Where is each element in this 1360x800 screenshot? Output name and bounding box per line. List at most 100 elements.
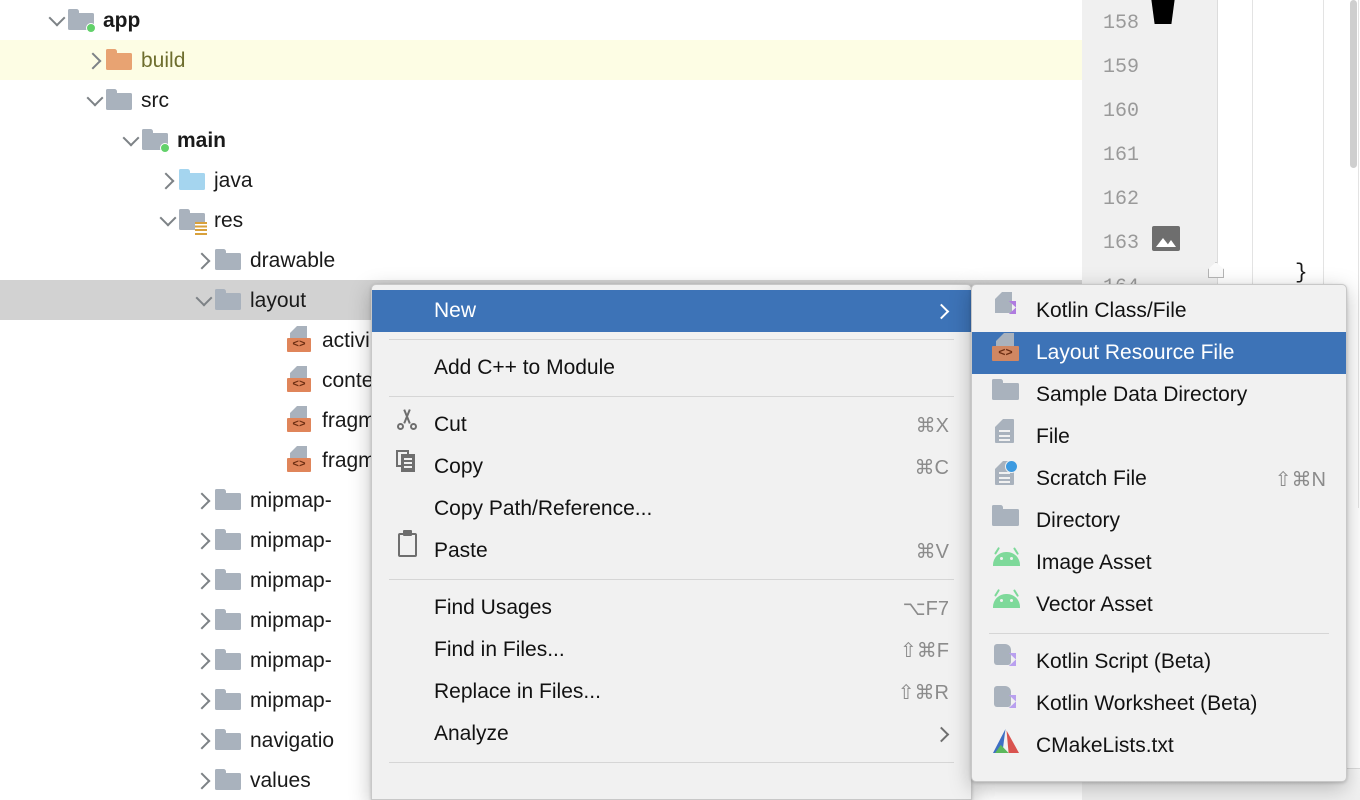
submenu-item[interactable]: Sample Data Directory <box>972 374 1346 416</box>
tree-spacer <box>265 409 287 431</box>
submenu-item-label: Directory <box>1036 509 1120 533</box>
new-submenu[interactable]: Kotlin Class/File<>Layout Resource File S… <box>971 284 1347 782</box>
tree-row-label: res <box>214 210 243 231</box>
chevron-down-icon[interactable] <box>84 89 106 111</box>
context-menu-item[interactable]: Analyze <box>372 713 971 755</box>
submenu-item[interactable]: Kotlin Worksheet (Beta) <box>972 683 1346 725</box>
submenu-item[interactable]: <>Layout Resource File <box>972 332 1346 374</box>
submenu-item-label: CMakeLists.txt <box>1036 734 1174 758</box>
tree-row-icon <box>215 609 250 631</box>
folder-gray-icon <box>215 569 241 591</box>
tree-row[interactable]: main <box>0 120 1082 160</box>
kotlin-script-icon <box>992 643 1020 671</box>
tree-spacer <box>265 329 287 351</box>
submenu-item-label: Scratch File <box>1036 467 1147 491</box>
tree-row[interactable]: app <box>0 0 1082 40</box>
context-menu-item[interactable]: Copy Path/Reference... <box>372 488 971 530</box>
context-menu[interactable]: New Add C++ to Module Cut⌘XCopy⌘CCopy Path… <box>371 284 972 800</box>
context-menu-item-label: Find in Files... <box>434 638 565 662</box>
chevron-right-icon[interactable] <box>193 649 215 671</box>
menu-shortcut: ⌘V <box>916 539 949 564</box>
chevron-right-icon[interactable] <box>193 569 215 591</box>
context-menu-item-label: Find Usages <box>434 596 552 620</box>
chevron-right-icon <box>935 727 949 741</box>
tree-row-icon <box>215 649 250 671</box>
chevron-down-icon[interactable] <box>120 129 142 151</box>
tree-row-icon <box>215 689 250 711</box>
context-menu-item[interactable]: Paste ⌘V <box>372 530 971 572</box>
submenu-item[interactable]: Image Asset <box>972 542 1346 584</box>
tree-row[interactable]: res <box>0 200 1082 240</box>
context-menu-item[interactable]: Copy⌘C <box>372 446 971 488</box>
chevron-right-icon[interactable] <box>157 169 179 191</box>
chevron-right-icon[interactable] <box>193 729 215 751</box>
tree-row-label: main <box>177 130 226 151</box>
submenu-item[interactable]: Kotlin Script (Beta) <box>972 641 1346 683</box>
submenu-item-label: Image Asset <box>1036 551 1152 575</box>
chevron-right-icon[interactable] <box>193 489 215 511</box>
tree-row-label: fragm <box>322 410 376 431</box>
folder-gray-icon <box>106 89 132 111</box>
chevron-right-icon[interactable] <box>84 49 106 71</box>
chevron-down-icon[interactable] <box>157 209 179 231</box>
folder-gray-icon <box>215 729 241 751</box>
editor-scrollbar-thumb[interactable] <box>1350 0 1357 168</box>
chevron-right-icon[interactable] <box>193 529 215 551</box>
tree-row[interactable]: drawable <box>0 240 1082 280</box>
submenu-item[interactable]: Directory <box>972 500 1346 542</box>
tree-row-icon <box>215 529 250 551</box>
context-menu-item[interactable]: New <box>372 290 971 332</box>
image-preview-icon[interactable] <box>1152 226 1180 251</box>
context-menu-item[interactable]: Replace in Files...⇧⌘R <box>372 671 971 713</box>
folder-gray-icon <box>215 289 241 311</box>
submenu-item-label: Sample Data Directory <box>1036 383 1247 407</box>
submenu-item[interactable]: Vector Asset <box>972 584 1346 626</box>
tree-row-label: mipmap- <box>250 490 332 511</box>
tree-row-label: conte <box>322 370 373 391</box>
tree-row-icon <box>215 769 250 791</box>
menu-shortcut: ⇧⌘R <box>898 680 949 705</box>
android-icon <box>993 593 1020 608</box>
context-menu-item-label: Paste <box>434 539 488 563</box>
xml-layout-file-icon: <> <box>287 446 313 474</box>
menu-shortcut: ⇧⌘F <box>900 638 949 663</box>
kotlin-file-icon <box>992 292 1020 320</box>
context-menu-item[interactable]: Find Usages⌥F7 <box>372 587 971 629</box>
indent-guide <box>1358 0 1359 508</box>
folder-gray-module-icon <box>68 9 94 31</box>
context-menu-item-label: New <box>434 299 476 323</box>
tree-row[interactable]: java <box>0 160 1082 200</box>
tree-row-icon <box>142 129 177 151</box>
folder-gray-icon <box>215 689 241 711</box>
submenu-item[interactable]: CMakeLists.txt <box>972 725 1346 767</box>
context-menu-item[interactable]: Add C++ to Module <box>372 347 971 389</box>
submenu-item[interactable]: Kotlin Class/File <box>972 290 1346 332</box>
tree-row-label: java <box>214 170 253 191</box>
context-menu-item[interactable]: Find in Files... ⇧⌘F <box>372 629 971 671</box>
tree-row-icon <box>179 169 214 191</box>
tree-row[interactable]: build <box>0 40 1082 80</box>
submenu-item-label: Kotlin Worksheet (Beta) <box>1036 692 1257 716</box>
tree-row-icon <box>179 209 214 231</box>
submenu-item[interactable]: File <box>972 416 1346 458</box>
tree-row-label: build <box>141 50 185 71</box>
folder-icon <box>992 379 1019 401</box>
chevron-down-icon[interactable] <box>46 9 68 31</box>
tree-row[interactable]: src <box>0 80 1082 120</box>
chevron-down-icon[interactable] <box>193 289 215 311</box>
submenu-item-label: Kotlin Script (Beta) <box>1036 650 1211 674</box>
editor-line-number: 163 <box>1079 234 1139 254</box>
editor-line-number: 161 <box>1079 146 1139 166</box>
tree-row-label: src <box>141 90 169 111</box>
submenu-item[interactable]: Scratch File⇧⌘N <box>972 458 1346 500</box>
chevron-right-icon[interactable] <box>193 769 215 791</box>
xml-layout-file-icon: <> <box>287 406 313 434</box>
folder-gray-module-icon <box>142 129 168 151</box>
android-icon <box>993 551 1020 566</box>
kotlin-script-icon <box>992 685 1020 713</box>
chevron-right-icon[interactable] <box>193 249 215 271</box>
menu-separator <box>989 633 1329 634</box>
context-menu-item[interactable]: Cut⌘X <box>372 404 971 446</box>
chevron-right-icon[interactable] <box>193 609 215 631</box>
chevron-right-icon[interactable] <box>193 689 215 711</box>
